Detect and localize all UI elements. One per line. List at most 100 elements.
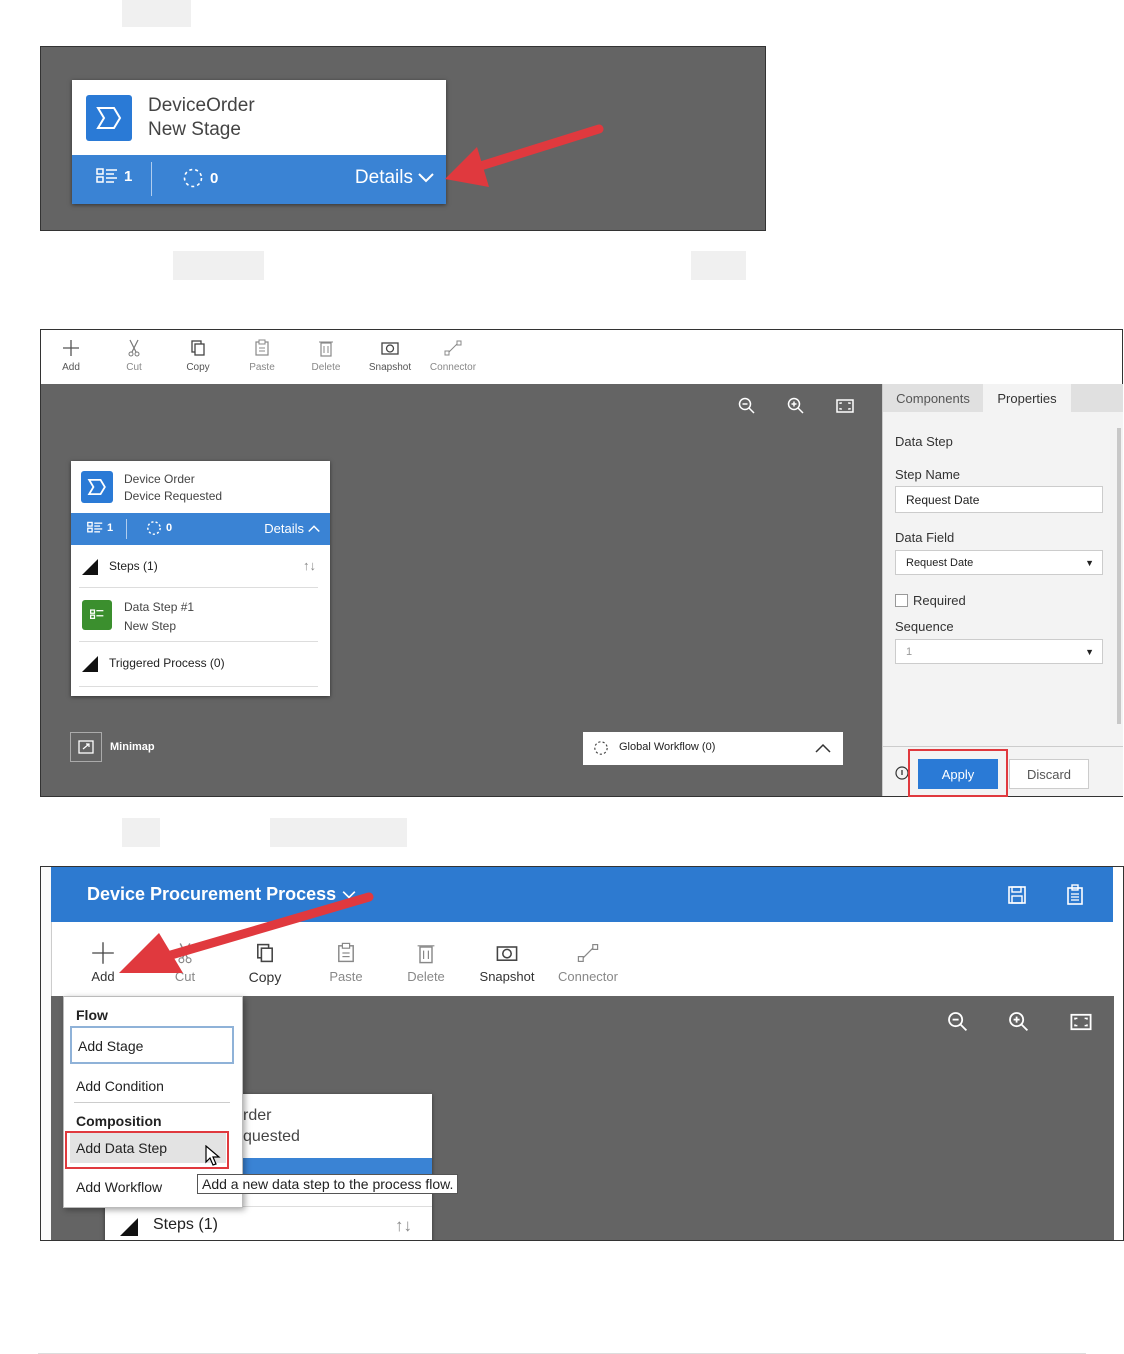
collapse-triangle-icon <box>82 559 98 575</box>
zoom-out-icon[interactable] <box>737 396 757 416</box>
section-title: Data Step <box>895 434 953 449</box>
delete-button[interactable]: Delete <box>403 941 449 984</box>
red-arrow-annotation <box>119 892 374 973</box>
paste-button[interactable]: Paste <box>242 338 282 373</box>
stage-subtitle: Device Requested <box>124 489 223 503</box>
step-name-label: Step Name <box>895 467 961 482</box>
minimap-icon <box>78 740 94 754</box>
trash-icon <box>319 341 333 357</box>
trash-icon <box>417 945 435 964</box>
stage-title: Device Order <box>124 472 195 486</box>
zoom-in-icon[interactable] <box>786 396 806 416</box>
redacted-block <box>122 818 160 847</box>
menu-item-add-stage[interactable]: Add Stage <box>70 1026 234 1064</box>
required-label: Required <box>913 593 966 608</box>
bar-divider <box>151 162 152 196</box>
stage-subtitle: New Stage <box>148 119 241 140</box>
workflow-cycle-icon <box>147 521 161 535</box>
chevron-up-icon[interactable] <box>815 742 831 754</box>
stage-status-bar: 1 0 Details <box>72 155 446 204</box>
mouse-cursor-icon <box>205 1145 221 1166</box>
menu-item-add-condition[interactable]: Add Condition <box>76 1078 164 1094</box>
tab-components[interactable]: Components <box>883 384 983 412</box>
stage-status-bar: 1 0 Details <box>71 513 330 545</box>
add-menu-panel: Device Procurement Process Add Cut Copy … <box>40 866 1124 1241</box>
details-toggle[interactable]: Details <box>355 167 434 189</box>
sigma-stage-icon <box>81 471 113 503</box>
redacted-block <box>173 251 264 280</box>
plus-icon <box>63 340 79 356</box>
save-icon[interactable] <box>1007 885 1027 905</box>
data-step-item[interactable]: Data Step #1 New Step <box>79 588 318 642</box>
designer-toolbar: Add Cut Copy Paste Delete Snapshot Conne… <box>41 330 1122 384</box>
properties-panel: Components Properties Data Step Step Nam… <box>882 384 1123 797</box>
stage-title: rder <box>243 1107 272 1124</box>
menu-divider <box>74 1102 230 1103</box>
stage-title: DeviceOrder <box>148 95 255 116</box>
paste-icon <box>255 339 269 356</box>
data-field-select[interactable]: Request Date ▼ <box>895 550 1103 575</box>
sigma-stage-icon <box>86 95 132 141</box>
snapshot-button[interactable]: Snapshot <box>477 941 537 984</box>
camera-icon <box>496 946 518 961</box>
fit-screen-icon[interactable] <box>835 396 855 416</box>
steps-section-header[interactable]: Steps (1) ↑↓ <box>79 545 318 588</box>
connector-icon <box>444 340 462 356</box>
cut-button[interactable]: Cut <box>114 338 154 373</box>
sort-arrows-icon[interactable]: ↑↓ <box>303 558 316 573</box>
steps-list-icon <box>96 168 117 183</box>
footer-divider <box>883 746 1123 747</box>
menu-header-composition: Composition <box>76 1113 162 1129</box>
workflow-count: 0 <box>210 169 219 187</box>
workflow-count-badge: 0 <box>182 167 218 189</box>
add-button[interactable]: Add <box>51 338 91 373</box>
minimap-button[interactable] <box>70 732 102 762</box>
dropdown-arrow-icon: ▼ <box>1085 557 1094 568</box>
connector-button[interactable]: Connector <box>553 941 623 984</box>
tab-properties[interactable]: Properties <box>983 384 1071 412</box>
delete-button[interactable]: Delete <box>306 338 346 373</box>
fit-screen-icon[interactable] <box>1069 1010 1093 1034</box>
sort-arrows-icon[interactable]: ↑↓ <box>395 1216 412 1236</box>
data-field-label: Data Field <box>895 530 955 545</box>
step-name-input[interactable]: Request Date <box>895 486 1103 513</box>
snapshot-button[interactable]: Snapshot <box>367 338 413 373</box>
steps-count: 1 <box>124 167 133 185</box>
redacted-block <box>270 818 407 847</box>
zoom-out-icon[interactable] <box>946 1010 970 1034</box>
triggered-process-header[interactable]: Triggered Process (0) <box>79 642 318 687</box>
details-toggle[interactable]: Details <box>264 521 320 536</box>
discard-button[interactable]: Discard <box>1009 759 1089 789</box>
sequence-select[interactable]: 1 ▼ <box>895 639 1103 664</box>
scissors-icon <box>128 339 140 357</box>
designer-canvas[interactable]: Device Order Device Requested 1 0 Detail… <box>41 384 882 796</box>
scrollbar[interactable] <box>1117 428 1121 724</box>
connector-icon <box>577 944 599 962</box>
stage-card[interactable]: DeviceOrder New Stage 1 0 Details <box>72 80 446 204</box>
sequence-label: Sequence <box>895 619 954 634</box>
zoom-in-icon[interactable] <box>1007 1010 1031 1034</box>
copy-button[interactable]: Copy <box>178 338 218 373</box>
connector-button[interactable]: Connector <box>427 338 479 373</box>
menu-item-add-workflow[interactable]: Add Workflow <box>76 1179 162 1195</box>
dropdown-arrow-icon: ▼ <box>1085 646 1094 657</box>
designer-panel: Add Cut Copy Paste Delete Snapshot Conne… <box>40 329 1123 797</box>
copy-icon <box>191 340 205 356</box>
workflow-cycle-icon <box>594 741 608 755</box>
info-icon <box>895 766 909 780</box>
data-step-icon <box>82 600 112 630</box>
collapse-triangle-icon <box>120 1218 138 1236</box>
stage-card-expanded[interactable]: Device Order Device Requested 1 0 Detail… <box>71 461 330 696</box>
tooltip: Add a new data step to the process flow. <box>197 1174 459 1194</box>
redacted-block <box>691 251 746 280</box>
steps-list-icon <box>87 521 103 533</box>
menu-header-flow: Flow <box>76 1007 108 1023</box>
details-label: Details <box>354 167 413 188</box>
clipboard-icon[interactable] <box>1065 884 1085 906</box>
chevron-up-icon <box>308 525 320 533</box>
required-checkbox[interactable] <box>895 594 908 607</box>
global-workflow-bar[interactable]: Global Workflow (0) <box>583 732 843 765</box>
steps-header[interactable]: Steps (1) <box>153 1216 218 1234</box>
camera-icon <box>381 342 399 355</box>
workflow-count-badge: 0 <box>146 520 172 536</box>
